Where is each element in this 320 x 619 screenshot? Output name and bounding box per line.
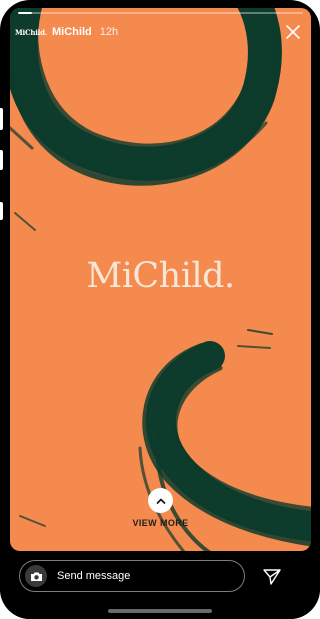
send-icon	[263, 569, 281, 585]
camera-button[interactable]	[25, 565, 47, 587]
story-progress-fill	[18, 12, 33, 14]
reply-bar: Send message	[0, 551, 320, 619]
volume-button	[0, 150, 3, 170]
story-progress-bar	[18, 12, 303, 14]
volume-button	[0, 108, 3, 130]
view-more-circle[interactable]	[148, 488, 173, 513]
message-placeholder: Send message	[57, 570, 131, 582]
account-avatar[interactable]: MiChild.	[15, 24, 47, 40]
close-icon	[286, 25, 300, 39]
story-viewer[interactable]: MiChild. MiChild 12h MiChild. VIEW MORE	[10, 8, 311, 551]
view-more-label: VIEW MORE	[132, 518, 189, 528]
camera-icon	[30, 572, 42, 581]
send-message-input[interactable]: Send message	[19, 560, 245, 592]
home-indicator	[108, 609, 212, 613]
post-timestamp: 12h	[99, 26, 119, 38]
view-more-button[interactable]: VIEW MORE	[10, 488, 311, 528]
side-button	[0, 202, 3, 220]
account-name[interactable]: MiChild	[52, 26, 92, 38]
phone-frame: MiChild. MiChild 12h MiChild. VIEW MORE	[0, 0, 320, 619]
close-button[interactable]	[285, 24, 301, 40]
brand-logo: MiChild.	[86, 256, 235, 296]
chevron-up-icon	[156, 498, 165, 504]
send-button[interactable]	[262, 567, 282, 587]
story-header: MiChild. MiChild 12h	[15, 22, 119, 42]
